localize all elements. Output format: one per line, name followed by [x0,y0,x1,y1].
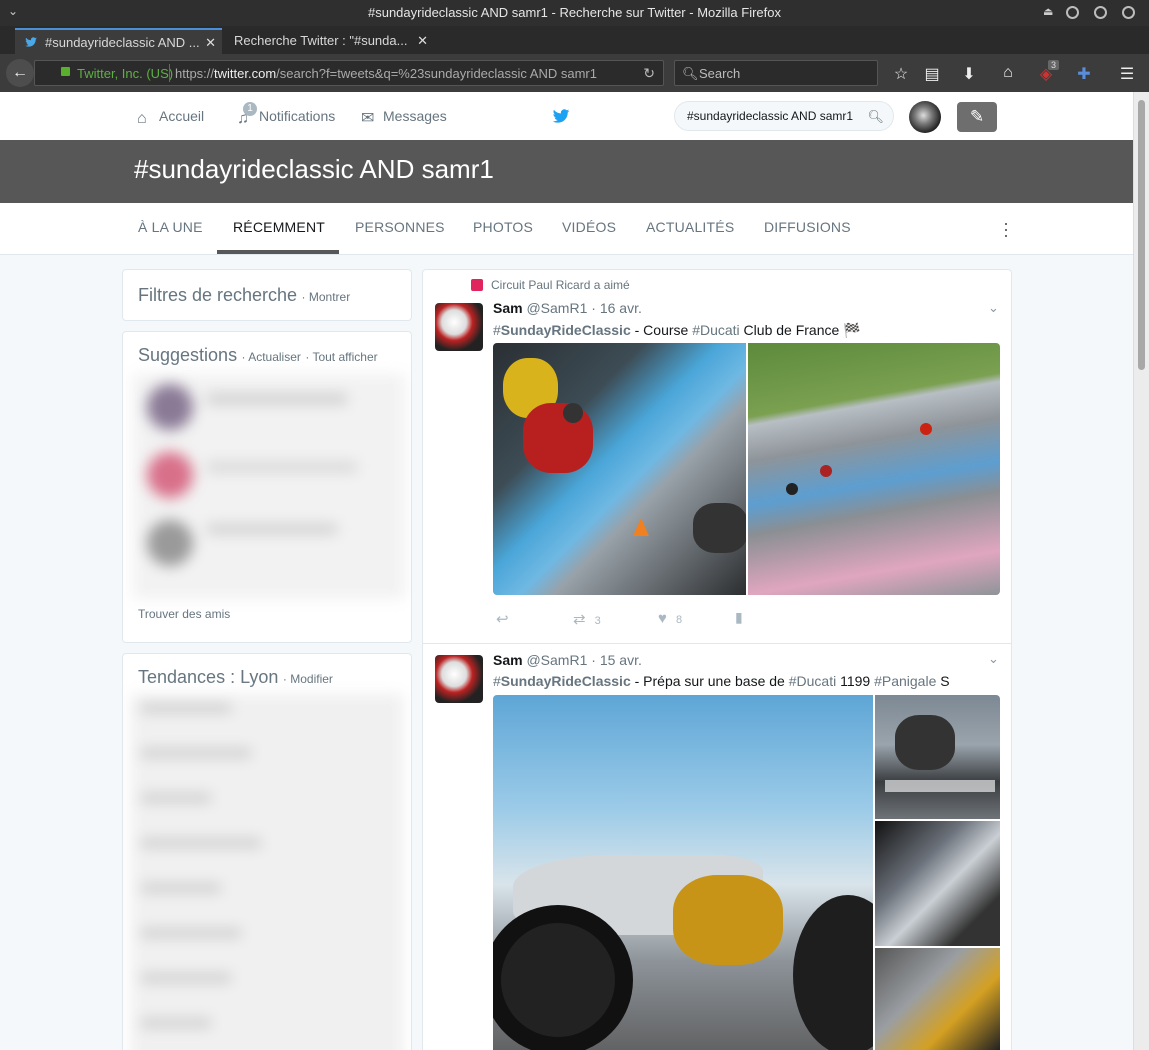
tab-news[interactable]: ACTUALITÉS [646,219,734,235]
scrollbar[interactable] [1133,92,1149,1050]
tweet-author[interactable]: Sam @SamR1 · 16 avr. [493,300,642,316]
reply-icon[interactable]: ↩ [496,610,509,628]
search-icon[interactable]: 🔍︎ [867,109,884,125]
tab-photos[interactable]: PHOTOS [473,219,533,235]
tweet-text: #SundayRideClassic - Course #Ducati Club… [493,322,861,338]
web-page: ⌂ Accueil ♫ Notifications 1 ✉ Messages #sun… [0,92,1133,1050]
social-context: Circuit Paul Ricard a aimé [471,278,630,292]
tab-label: Recherche Twitter : "#sunda... [234,33,408,48]
search-filters-card: Filtres de recherche · Montrer [122,269,412,321]
url-bar[interactable]: Twitter, Inc. (US) https://twitter.com/s… [34,60,664,86]
tweet-photo-ducati[interactable] [493,695,873,1050]
analytics-icon[interactable]: ▮ [735,609,743,626]
avatar[interactable] [909,101,941,133]
url-separator [169,64,170,82]
twitter-search-input[interactable]: #sundayrideclassic AND samr1 🔍︎ [674,101,894,131]
tweet-photo-engine[interactable] [875,821,1000,946]
tab-twitter-search[interactable]: #sundayrideclassic AND ... ✕ [15,28,222,54]
title-bar: ⌄ #sundayrideclassic AND samr1 - Recherc… [0,0,1149,26]
search-tabs: À LA UNE RÉCEMMENT PERSONNES PHOTOS VIDÉ… [0,203,1133,255]
hamburger-menu-icon[interactable]: ☰ [1116,64,1138,84]
nav-home[interactable]: ⌂ Accueil [137,108,204,128]
heart-icon: ♥ [658,610,667,627]
minimize-button[interactable] [1066,6,1079,19]
search-icon: 🔍︎ [682,66,699,81]
nav-messages[interactable]: ✉ Messages [361,108,447,128]
tab-top[interactable]: À LA UNE [138,219,203,235]
browser-window: ⌄ #sundayrideclassic AND samr1 - Recherc… [0,0,1149,1050]
back-button[interactable]: ← [6,59,34,87]
retweet-icon: ⇄ [573,611,586,628]
retweet-button[interactable]: ⇄ 3 [573,610,601,628]
tweet-avatar[interactable] [435,655,483,703]
notification-count-badge: 1 [243,102,257,116]
chevron-down-icon[interactable]: ⌄ [988,300,999,316]
tab-label: #sundayrideclassic AND ... [45,35,200,50]
find-friends-link[interactable]: Trouver des amis [138,607,230,621]
twitter-logo-icon[interactable] [550,106,572,126]
browser-search-input[interactable]: 🔍︎ Search [674,60,878,86]
chevron-down-icon[interactable]: ⌄ [988,651,999,667]
tweet-photo-race-2[interactable] [748,343,1000,595]
twitter-bird-icon [25,37,37,47]
window-title: #sundayrideclassic AND samr1 - Recherche… [367,5,781,20]
tweet-avatar[interactable] [435,303,483,351]
ublock-badge: 3 [1048,60,1060,70]
modify-trends-link[interactable]: · Modifier [283,672,333,686]
reload-icon[interactable]: ↻ [643,65,655,82]
tab-twitter-search-2[interactable]: Recherche Twitter : "#sunda... ✕ [222,28,434,54]
tab-bar: #sundayrideclassic AND ... ✕ Recherche T… [0,26,1149,75]
tweet[interactable]: Circuit Paul Ricard a aimé Sam @SamR1 · … [423,270,1011,644]
show-filters-link[interactable]: · Montrer [302,290,351,304]
view-all-link[interactable]: · Tout afficher [305,350,377,364]
trends-card: Tendances : Lyon · Modifier [122,653,412,1050]
tweet-photo-race-1[interactable] [493,343,746,595]
bookmark-star-icon[interactable]: ☆ [890,64,912,84]
refresh-link[interactable]: · Actualiser [242,350,301,364]
more-options-icon[interactable]: · · · [1003,214,1009,244]
reading-list-icon[interactable]: ▤ [921,64,943,84]
scrollbar-thumb[interactable] [1138,100,1145,370]
like-button[interactable]: ♥ 8 [658,610,682,627]
home-icon: ⌂ [137,110,147,127]
tab-close-icon[interactable]: ✕ [417,33,428,49]
tab-videos[interactable]: VIDÉOS [562,219,616,235]
tab-latest[interactable]: RÉCEMMENT [233,219,325,235]
active-tab-underline [217,250,339,254]
tweet-text: #SundayRideClassic - Prépa sur une base … [493,673,950,689]
download-icon[interactable]: ⬇ [958,64,980,84]
search-header: #sundayrideclassic AND samr1 [0,140,1133,203]
suggestions-title: Suggestions [138,345,238,365]
tweet[interactable]: Sam @SamR1 · 15 avr. ⌄ #SundayRideClassi… [423,645,1011,1050]
tab-broadcasts[interactable]: DIFFUSIONS [764,219,851,235]
tab-people[interactable]: PERSONNES [355,219,445,235]
compose-tweet-button[interactable]: ✎ [957,102,997,132]
lock-icon[interactable] [61,67,70,76]
tab-close-icon[interactable]: ✕ [205,35,216,51]
home-icon[interactable]: ⌂ [997,64,1019,82]
tweet-stream: Circuit Paul Ricard a aimé Sam @SamR1 · … [422,269,1012,1050]
twitter-topnav: ⌂ Accueil ♫ Notifications 1 ✉ Messages #sun… [0,92,1133,140]
heart-icon [471,279,483,291]
tweet-photo-garage[interactable] [875,695,1000,819]
filters-title: Filtres de recherche [138,285,298,305]
maximize-button[interactable] [1094,6,1107,19]
navigation-bar: ← Twitter, Inc. (US) https://twitter.com… [0,54,1149,92]
trends-title: Tendances : Lyon [138,667,279,687]
tweet-photo-suspension[interactable] [875,948,1000,1050]
close-window-button[interactable] [1122,6,1135,19]
suggestions-card: Suggestions · Actualiser · Tout afficher… [122,331,412,643]
page-title: #sundayrideclassic AND samr1 [134,154,494,184]
blurred-trends [131,694,403,1050]
envelope-icon: ✉ [361,110,375,127]
tweet-author[interactable]: Sam @SamR1 · 15 avr. [493,652,642,668]
url-text[interactable]: https://twitter.com/search?f=tweets&q=%2… [175,66,597,81]
extension-icon[interactable]: ✚ [1073,64,1095,84]
site-identity[interactable]: Twitter, Inc. (US) [77,66,173,81]
blurred-suggestions [133,374,405,599]
shade-icon[interactable]: ⏏ [1043,5,1053,18]
